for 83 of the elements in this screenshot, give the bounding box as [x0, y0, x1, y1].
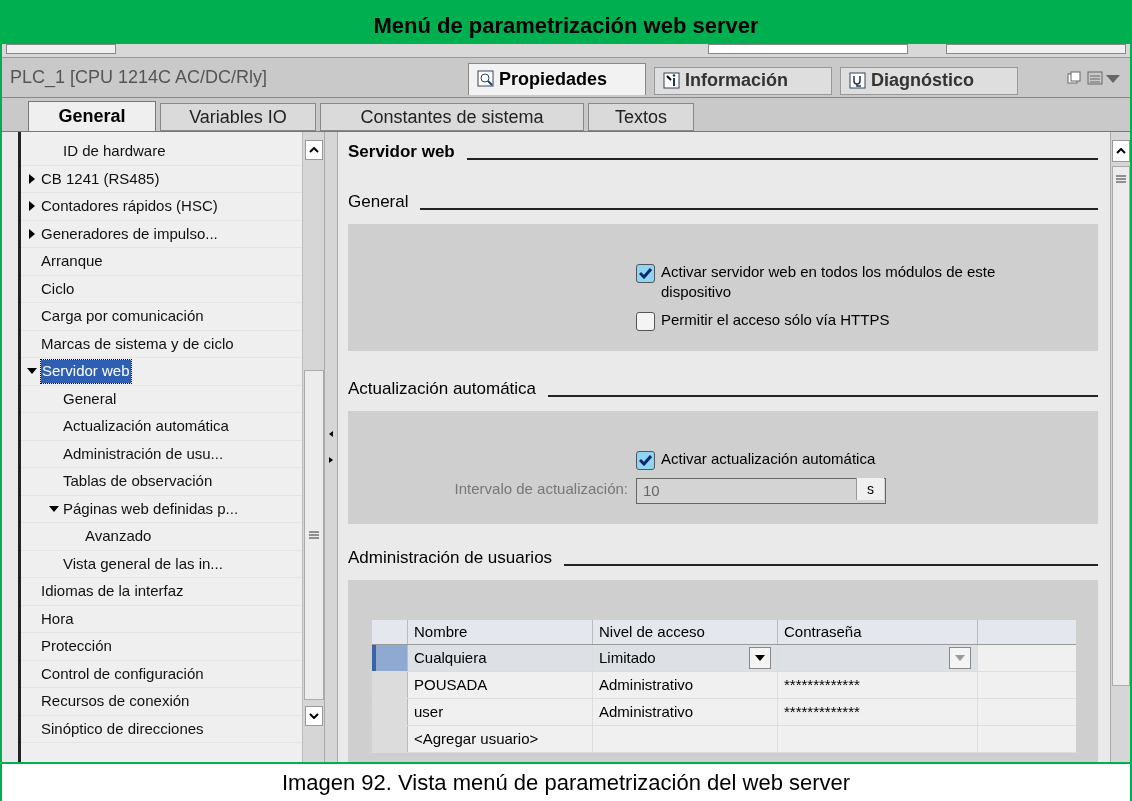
scrollbar[interactable] — [1110, 132, 1130, 762]
expand-right-icon[interactable] — [329, 457, 333, 463]
tree-item[interactable]: Hora — [41, 607, 74, 630]
table-cell-text: Limitado — [599, 647, 656, 668]
scroll-thumb[interactable] — [303, 370, 324, 700]
chevron-up-icon — [308, 147, 319, 153]
table-cell-text: POUSADA — [414, 674, 488, 695]
tree-item[interactable]: Recursos de conexión — [41, 690, 190, 713]
checkmark-icon — [639, 455, 652, 466]
table-cell-text: Administrativo — [599, 674, 694, 695]
info-icon — [663, 71, 681, 90]
tree-item[interactable]: Tablas de observación — [63, 470, 213, 493]
collapse-left-icon[interactable] — [329, 431, 333, 437]
tree-item[interactable]: Ciclo — [41, 277, 75, 300]
table-cell-text: ************* — [784, 674, 860, 695]
tree-item[interactable]: Sinóptico de direcciones — [41, 717, 204, 740]
tab[interactable]: Variables IO — [160, 103, 316, 131]
field-label: Intervalo de actualización: — [453, 479, 628, 499]
view-tab[interactable]: Propiedades — [468, 62, 646, 95]
section-heading: Actualización automática — [348, 377, 537, 400]
scrollbar[interactable] — [302, 132, 324, 762]
grip-icon — [308, 531, 319, 539]
collapsed-arrow-icon[interactable] — [27, 201, 37, 212]
tree-item[interactable]: Protección — [41, 635, 112, 658]
table-cell-text: ************* — [784, 701, 860, 722]
tree-item[interactable]: Contadores rápidos (HSC) — [41, 195, 218, 218]
table-cell-text: Administrativo — [599, 701, 694, 722]
chevron-up-icon — [1115, 148, 1126, 154]
tab[interactable]: Textos — [588, 103, 694, 131]
table-cell-text: user — [414, 701, 444, 722]
tab[interactable]: Constantes de sistema — [320, 103, 584, 131]
tree-item[interactable]: CB 1241 (RS485) — [41, 167, 160, 190]
section-heading: Administración de usuarios — [348, 546, 553, 569]
tree-item[interactable]: Actualización automática — [63, 415, 229, 438]
expanded-arrow-icon[interactable] — [49, 503, 59, 514]
checkbox[interactable] — [636, 312, 655, 331]
tab[interactable]: General — [28, 101, 156, 131]
panel-controls-icon[interactable] — [1066, 69, 1122, 86]
tree-item[interactable]: Administración de usu... — [63, 442, 224, 465]
scroll-up-button[interactable] — [1111, 140, 1130, 162]
grip-icon — [1115, 175, 1126, 183]
tree-item[interactable]: Generadores de impulso... — [41, 222, 218, 245]
column-header[interactable]: Nivel de acceso — [593, 620, 778, 644]
collapsed-arrow-icon[interactable] — [27, 173, 37, 184]
checkbox-label: Permitir el acceso sólo vía HTTPS — [661, 310, 891, 330]
section-heading: General — [348, 190, 409, 213]
collapsed-arrow-icon[interactable] — [27, 228, 37, 239]
tree-item[interactable]: Carga por comunicación — [41, 305, 204, 328]
column-header[interactable]: Nombre — [408, 620, 593, 644]
tree-item[interactable]: General — [63, 387, 117, 410]
tree-item[interactable]: Idiomas de la interfaz — [41, 580, 184, 603]
dropdown-button[interactable] — [749, 647, 771, 669]
view-tab[interactable]: Información — [654, 66, 832, 95]
column-header[interactable]: Contraseña — [778, 620, 978, 644]
tree-item[interactable]: Arranque — [41, 250, 103, 273]
scroll-thumb[interactable] — [1111, 166, 1130, 686]
chevron-down-icon — [308, 713, 319, 719]
figure-caption: Imagen 92. Vista menú de parametrización del web server — [281, 769, 851, 797]
section-heading: Servidor web — [348, 140, 455, 163]
table-cell-text: <Agregar usuario> — [414, 728, 539, 749]
scroll-up-button[interactable] — [304, 140, 323, 160]
header-title: Menú de parametrización web server — [373, 12, 759, 40]
tree-item[interactable]: Páginas web definidas p... — [63, 497, 239, 520]
unit-label: s — [856, 478, 884, 500]
tree-item[interactable]: Servidor web — [41, 360, 131, 383]
tree-item[interactable]: Control de configuración — [41, 662, 204, 685]
tree-item[interactable]: Vista general de las in... — [63, 552, 223, 575]
table-cell-text: Cualquiera — [414, 647, 487, 668]
scroll-down-button[interactable] — [304, 706, 323, 726]
magnifier-icon — [477, 70, 495, 88]
checkbox[interactable] — [636, 264, 655, 283]
dropdown-arrow-icon — [955, 655, 965, 661]
view-tab[interactable]: Diagnóstico — [840, 66, 1018, 95]
checkbox-label: Activar servidor web en todos los módulos de este dispositivo — [661, 262, 997, 302]
checkmark-icon — [639, 268, 652, 279]
tree-item[interactable]: Marcas de sistema y de ciclo — [41, 332, 234, 355]
tree-item[interactable]: ID de hardware — [63, 140, 166, 163]
checkbox[interactable] — [636, 451, 655, 470]
tree-item[interactable]: Avanzado — [85, 525, 152, 548]
checkbox-label: Activar actualización automática — [661, 449, 877, 469]
dropdown-arrow-icon — [755, 655, 765, 661]
row-header[interactable] — [372, 645, 408, 671]
panel-title: PLC_1 [CPU 1214C AC/DC/Rly] — [9, 66, 269, 90]
